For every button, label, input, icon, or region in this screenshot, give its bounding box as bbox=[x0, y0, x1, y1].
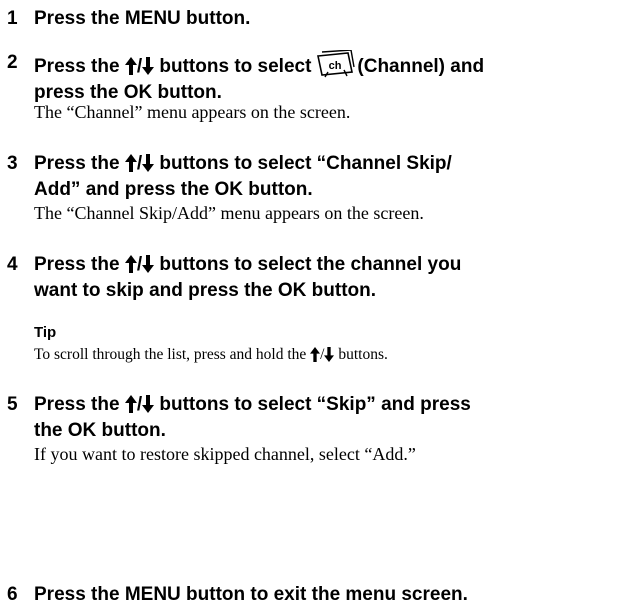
instruction-text: Press the bbox=[34, 153, 120, 174]
instruction-text: Press the bbox=[34, 394, 120, 415]
channel-icon-label: ch bbox=[329, 60, 342, 72]
step-number: 2 bbox=[7, 52, 18, 73]
instruction-text: buttons to select the channel you bbox=[159, 254, 462, 275]
up-arrow-icon bbox=[125, 395, 137, 413]
instruction-text: the OK button. bbox=[34, 420, 166, 441]
tip-heading: Tip bbox=[34, 324, 57, 341]
step-number: 3 bbox=[7, 153, 18, 174]
instruction-text: (Channel) and bbox=[357, 56, 485, 77]
step-description: The “Channel” menu appears on the screen… bbox=[34, 102, 351, 122]
up-arrow-icon bbox=[125, 255, 137, 273]
up-arrow-icon bbox=[125, 154, 137, 172]
up-arrow-icon bbox=[310, 347, 320, 362]
instruction-text: want to skip and press the OK button. bbox=[34, 280, 377, 301]
up-arrow-icon bbox=[125, 57, 137, 75]
instruction-text: Add” and press the OK button. bbox=[34, 179, 313, 200]
step-instruction: Press the / buttons to select “Channel S… bbox=[34, 151, 629, 203]
step-instruction: Press the MENU button. bbox=[34, 8, 251, 29]
down-arrow-icon bbox=[142, 154, 154, 172]
instruction-text: buttons to select “Channel Skip/ bbox=[159, 153, 452, 174]
step-number: 5 bbox=[7, 394, 18, 415]
down-arrow-icon bbox=[324, 347, 334, 362]
instruction-text: press the OK button. bbox=[34, 82, 222, 103]
step-number: 4 bbox=[7, 254, 18, 275]
channel-icon: ch bbox=[315, 50, 356, 78]
down-arrow-icon bbox=[142, 57, 154, 75]
step-number: 6 bbox=[7, 584, 18, 605]
instruction-text: buttons to select bbox=[159, 56, 312, 77]
step-instruction: Press the MENU button to exit the menu s… bbox=[34, 584, 468, 605]
step-instruction: Press the / buttons to select the channe… bbox=[34, 252, 629, 304]
step-instruction: Press the / buttons to select ch (Channe… bbox=[34, 50, 629, 106]
step-description: The “Channel Skip/Add” menu appears on t… bbox=[34, 203, 424, 223]
step-number: 1 bbox=[7, 8, 18, 29]
instruction-text: buttons to select “Skip” and press bbox=[159, 394, 471, 415]
instruction-text: Press the bbox=[34, 254, 120, 275]
step-instruction: Press the / buttons to select “Skip” and… bbox=[34, 392, 629, 444]
step-description: If you want to restore skipped channel, … bbox=[34, 444, 416, 464]
tip-text: To scroll through the list, press and ho… bbox=[34, 346, 388, 363]
down-arrow-icon bbox=[142, 395, 154, 413]
down-arrow-icon bbox=[142, 255, 154, 273]
instruction-text: Press the bbox=[34, 56, 120, 77]
